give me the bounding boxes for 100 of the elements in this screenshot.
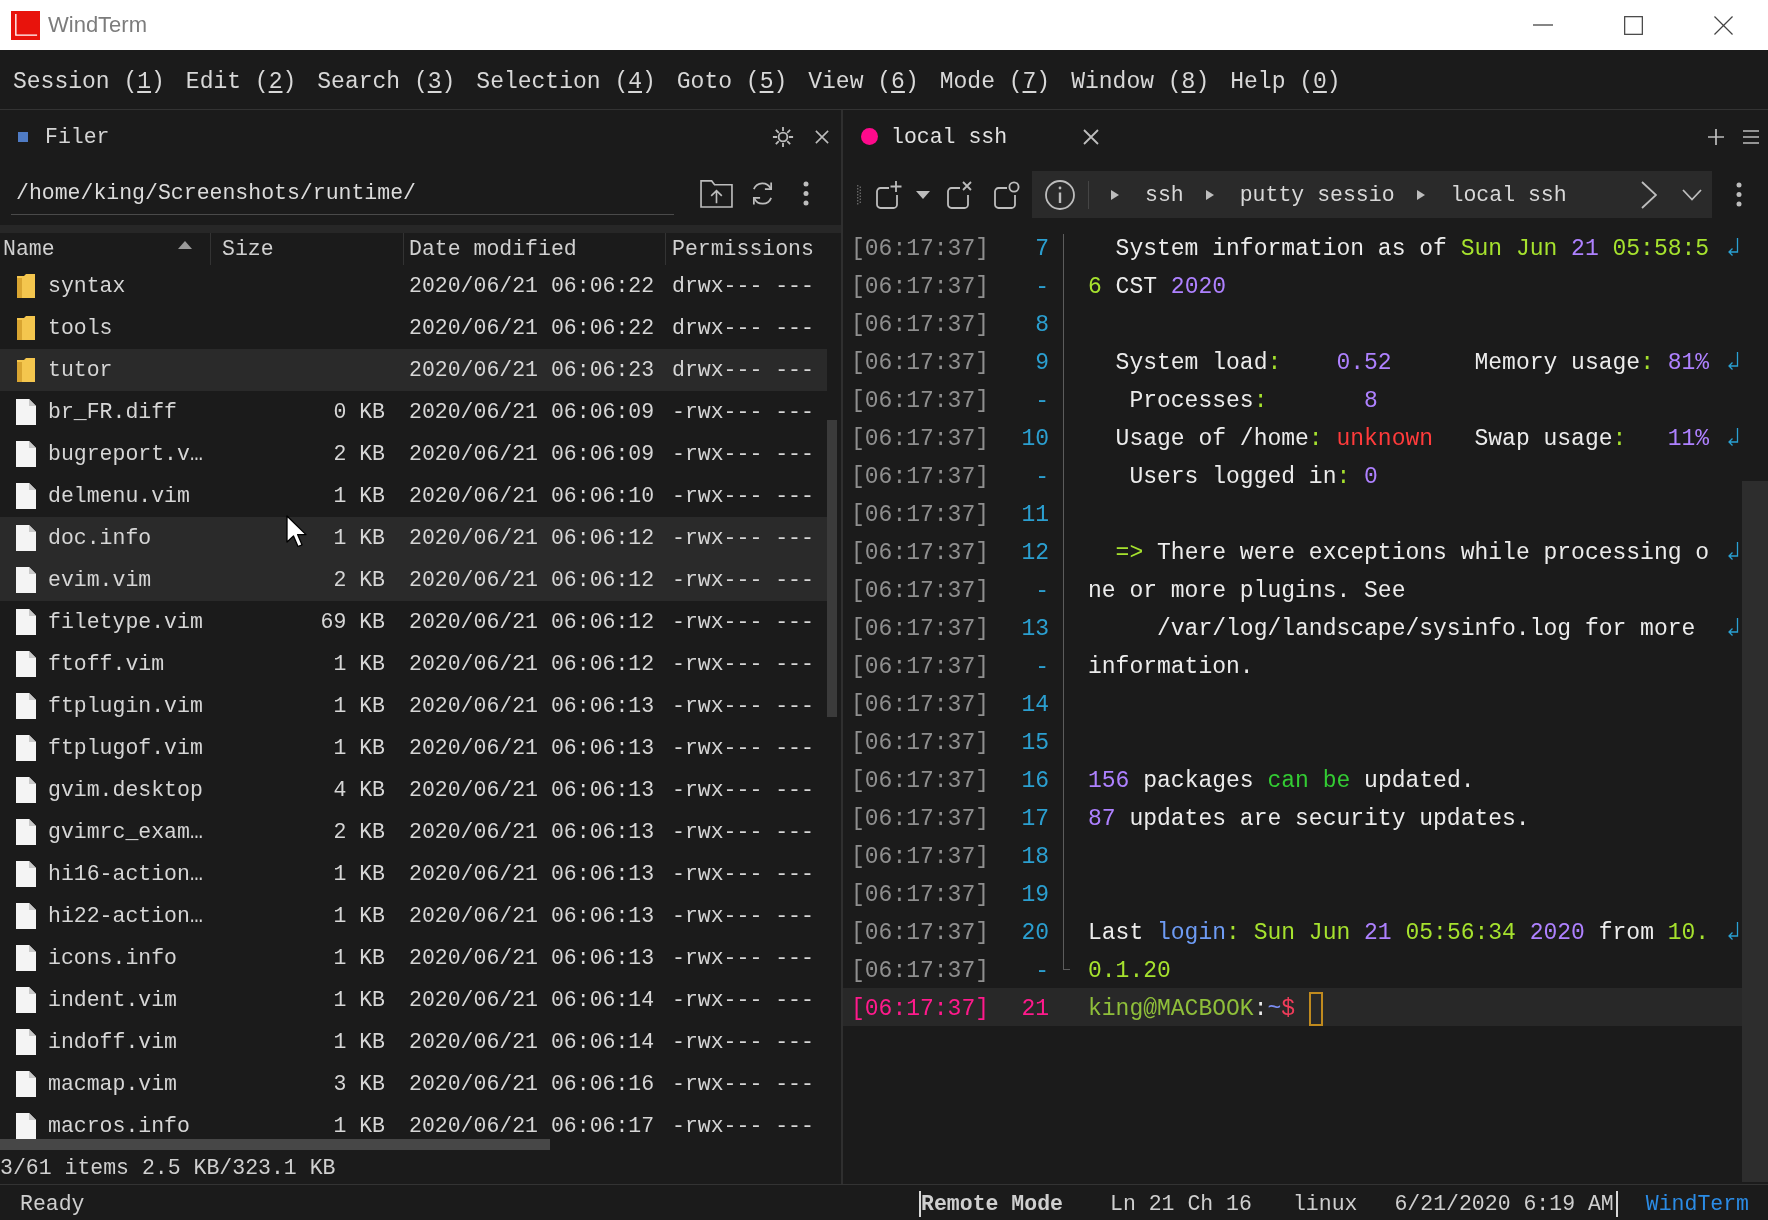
chevron-right-icon[interactable] xyxy=(1641,180,1657,209)
timestamp: [06:17:37] xyxy=(850,539,987,566)
square-dot-icon[interactable] xyxy=(994,180,1020,209)
file-row[interactable]: gvimrc_exam… 2 KB 2020/06/21 06:06:13 -rwx--- --- xyxy=(0,811,827,853)
mouse-pointer-icon xyxy=(286,515,308,549)
file-row[interactable]: br_FR.diff 0 KB 2020/06/21 06:06:09 -rwx--- --- xyxy=(0,391,827,433)
info-icon[interactable] xyxy=(1045,179,1075,210)
terminal-line: information. xyxy=(1088,653,1255,680)
settings-icon[interactable] xyxy=(772,125,794,148)
file-row[interactable]: macros.info 1 KB 2020/06/21 06:06:17 -rwx--- --- xyxy=(0,1105,827,1139)
file-row[interactable]: hi16-action… 1 KB 2020/06/21 06:06:13 -rwx--- --- xyxy=(0,853,827,895)
app-name[interactable]: WindTerm xyxy=(1645,1192,1749,1216)
menu-item[interactable]: Window (8) xyxy=(1071,68,1210,95)
chevron-down-icon[interactable] xyxy=(1682,188,1702,201)
file-name: indent.vim xyxy=(48,988,178,1012)
file-date: 2020/06/21 06:06:13 xyxy=(409,862,655,886)
menu-item[interactable]: Selection (4) xyxy=(476,68,656,95)
breadcrumb-item[interactable]: putty sessio xyxy=(1239,182,1395,207)
file-icon xyxy=(16,735,36,761)
file-row[interactable]: tools 2020/06/21 06:06:22 drwx--- --- xyxy=(0,307,827,349)
scrollbar-thumb[interactable] xyxy=(827,420,837,717)
file-permissions: -rwx--- --- xyxy=(672,988,814,1012)
menu-item[interactable]: Search (3) xyxy=(317,68,456,95)
caret-down-icon[interactable] xyxy=(916,190,930,199)
terminal-line: Users logged in: 0 xyxy=(1128,463,1379,490)
file-row[interactable]: ftoff.vim 1 KB 2020/06/21 06:06:12 -rwx--- --- xyxy=(0,643,827,685)
line-number: 14 xyxy=(1020,691,1049,718)
file-row[interactable]: macmap.vim 3 KB 2020/06/21 06:06:16 -rwx--- --- xyxy=(0,1063,827,1105)
menu-item[interactable]: Help (0) xyxy=(1230,68,1341,95)
close-icon[interactable] xyxy=(815,129,829,144)
file-row[interactable]: filetype.vim 69 KB 2020/06/21 06:06:12 -rwx--- --- xyxy=(0,601,827,643)
close-icon[interactable] xyxy=(1083,128,1100,145)
file-permissions: drwx--- --- xyxy=(672,274,814,298)
menu-item[interactable]: Mode (7) xyxy=(939,68,1051,95)
file-row[interactable]: delmenu.vim 1 KB 2020/06/21 06:06:10 -rwx--- --- xyxy=(0,475,827,517)
file-row[interactable]: hi22-action… 1 KB 2020/06/21 06:06:13 -rwx--- --- xyxy=(0,895,827,937)
square-plus-icon[interactable] xyxy=(876,180,902,209)
file-name: delmenu.vim xyxy=(48,484,190,508)
column-header[interactable]: Name xyxy=(0,233,210,265)
timestamp: [06:17:37] xyxy=(850,425,987,452)
file-name: macmap.vim xyxy=(48,1072,178,1096)
menu-item[interactable]: Goto (5) xyxy=(676,68,788,95)
timestamp: [06:17:37] xyxy=(850,577,987,604)
folder-up-icon[interactable] xyxy=(700,178,733,208)
file-name: macros.info xyxy=(48,1114,190,1138)
menu-item[interactable]: Edit (2) xyxy=(185,68,297,95)
square-x-icon[interactable] xyxy=(947,180,973,209)
timestamp: [06:17:37] xyxy=(850,843,987,870)
logo-icon xyxy=(11,10,40,40)
file-row[interactable]: ftplugof.vim 1 KB 2020/06/21 06:06:13 -rwx--- --- xyxy=(0,727,827,769)
file-permissions: -rwx--- --- xyxy=(672,400,814,424)
file-size: 2 KB xyxy=(333,820,385,844)
column-header[interactable]: Size xyxy=(210,233,403,265)
file-row[interactable]: ftplugin.vim 1 KB 2020/06/21 06:06:13 -rwx--- --- xyxy=(0,685,827,727)
file-date: 2020/06/21 06:06:09 xyxy=(409,400,655,424)
menu-icon[interactable] xyxy=(1743,129,1759,144)
file-icon xyxy=(16,819,36,845)
timestamp: [06:17:37] xyxy=(850,273,987,300)
menu-item[interactable]: View (6) xyxy=(808,68,919,95)
file-icon xyxy=(16,693,36,719)
file-size: 1 KB xyxy=(333,484,385,508)
file-row[interactable]: indoff.vim 1 KB 2020/06/21 06:06:14 -rwx--- --- xyxy=(0,1021,827,1063)
file-date: 2020/06/21 06:06:12 xyxy=(409,526,655,550)
file-size: 1 KB xyxy=(333,988,385,1012)
drag-handle-icon[interactable] xyxy=(857,184,861,205)
terminal-line: Processes: 8 xyxy=(1128,387,1379,414)
file-row[interactable]: tutor 2020/06/21 06:06:23 drwx--- --- xyxy=(0,349,827,391)
line-number: - xyxy=(1034,273,1049,300)
file-row[interactable]: evim.vim 2 KB 2020/06/21 06:06:12 -rwx--- --- xyxy=(0,559,827,601)
maximize-icon[interactable] xyxy=(1623,15,1643,35)
file-size: 1 KB xyxy=(333,946,385,970)
breadcrumb-item[interactable]: ssh xyxy=(1145,182,1184,207)
folder-icon xyxy=(17,357,35,383)
file-row[interactable]: gvim.desktop 4 KB 2020/06/21 06:06:13 -rwx--- --- xyxy=(0,769,827,811)
menu-item[interactable]: Session (1) xyxy=(13,68,165,95)
file-icon xyxy=(16,861,36,887)
column-header[interactable]: Permissions xyxy=(665,233,827,265)
file-row[interactable]: doc.info 1 KB 2020/06/21 06:06:12 -rwx--- --- xyxy=(0,517,827,559)
add-icon[interactable] xyxy=(1708,128,1724,145)
breadcrumb-item[interactable]: local ssh xyxy=(1450,182,1567,207)
tab[interactable]: local ssh xyxy=(861,124,1008,149)
file-name: syntax xyxy=(48,274,126,298)
file-name: tools xyxy=(48,316,113,340)
file-row[interactable]: bugreport.v… 2 KB 2020/06/21 06:06:09 -rwx--- --- xyxy=(0,433,827,475)
more-icon[interactable] xyxy=(803,180,809,206)
column-header[interactable]: Date modified xyxy=(403,233,665,265)
file-row[interactable]: syntax 2020/06/21 06:06:22 drwx--- --- xyxy=(0,265,827,307)
file-date: 2020/06/21 06:06:12 xyxy=(409,568,655,592)
file-row[interactable]: indent.vim 1 KB 2020/06/21 06:06:14 -rwx--- --- xyxy=(0,979,827,1021)
path-field[interactable]: /home/king/Screenshots/runtime/ xyxy=(11,171,674,215)
close-icon[interactable] xyxy=(1713,15,1733,35)
file-size: 1 KB xyxy=(333,526,385,550)
file-row[interactable]: icons.info 1 KB 2020/06/21 06:06:13 -rwx--- --- xyxy=(0,937,827,979)
file-permissions: -rwx--- --- xyxy=(672,862,814,886)
more-icon[interactable] xyxy=(1736,182,1742,207)
scrollbar-thumb[interactable] xyxy=(0,1139,550,1150)
refresh-icon[interactable] xyxy=(750,179,775,207)
file-date: 2020/06/21 06:06:10 xyxy=(409,484,655,508)
file-icon xyxy=(16,1113,36,1139)
file-date: 2020/06/21 06:06:13 xyxy=(409,904,655,928)
